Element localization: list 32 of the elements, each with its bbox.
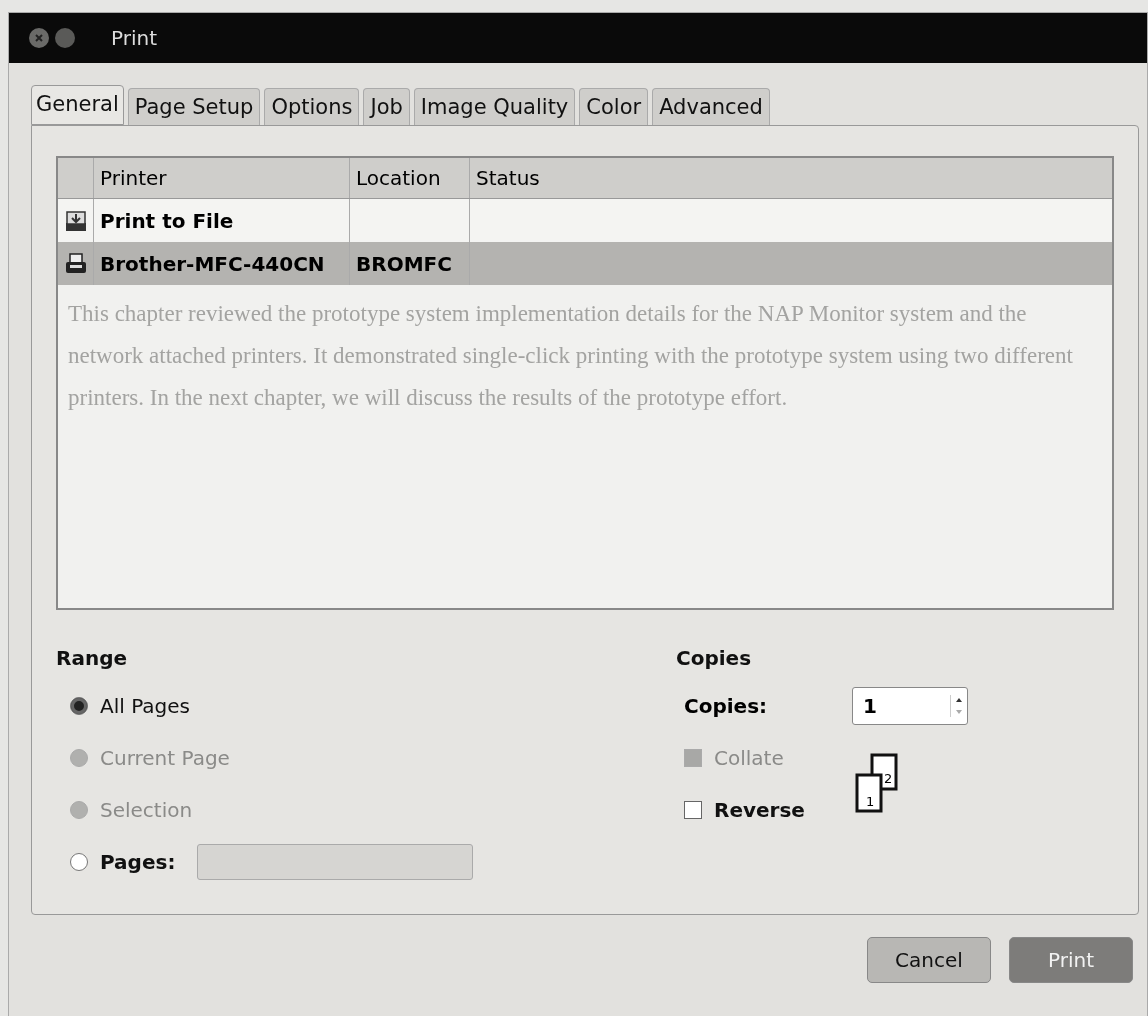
tab[interactable]: Advanced	[652, 88, 770, 125]
column-header[interactable]: Printer	[94, 158, 350, 198]
save-to-file-icon	[63, 208, 88, 233]
checkbox-label[interactable]: Reverse	[714, 798, 805, 822]
checkbox[interactable]	[684, 801, 702, 819]
tab[interactable]: Image Quality	[413, 88, 576, 125]
tab[interactable]: Job	[363, 88, 410, 125]
pages-field[interactable]	[197, 844, 474, 880]
table-cell: Brother-MFC-440CN	[94, 242, 350, 285]
option-label[interactable]: Pages:	[100, 850, 176, 874]
table-cell: BROMFC	[350, 242, 470, 285]
tab[interactable]: General	[31, 85, 124, 125]
tab[interactable]: Color	[579, 88, 649, 125]
radio-button[interactable]	[70, 853, 88, 871]
show-through-text: This chapter reviewed the prototype system implementation details for the NAP Monitor system and the network attached printers. It demonstrated single-click printing with the prototype system using two different printers. In the next chapter, we will discuss the results of the prototype effort.	[67, 300, 1074, 412]
window-title: Print	[111, 26, 157, 50]
column-header[interactable]: Location	[350, 158, 470, 198]
copies-label: Copies:	[684, 694, 769, 718]
printer-row[interactable]: Brother-MFC-440CN BROMFC	[58, 242, 1112, 285]
option-label[interactable]: All Pages	[100, 694, 190, 718]
tab[interactable]: Page Setup	[127, 88, 261, 125]
printer-icon	[63, 251, 88, 276]
radio-button[interactable]	[70, 697, 88, 715]
copies-spinner[interactable]: 1	[852, 687, 968, 725]
minimize-button[interactable]	[55, 28, 75, 48]
close-button[interactable]	[29, 28, 49, 48]
column-header[interactable]: Status	[470, 158, 1112, 198]
section-title: Range	[56, 646, 128, 670]
print-button[interactable]: Print	[1009, 937, 1133, 983]
section-title: Copies	[676, 646, 753, 670]
cancel-button[interactable]: Cancel	[867, 937, 991, 983]
tab[interactable]: Options	[264, 88, 360, 125]
